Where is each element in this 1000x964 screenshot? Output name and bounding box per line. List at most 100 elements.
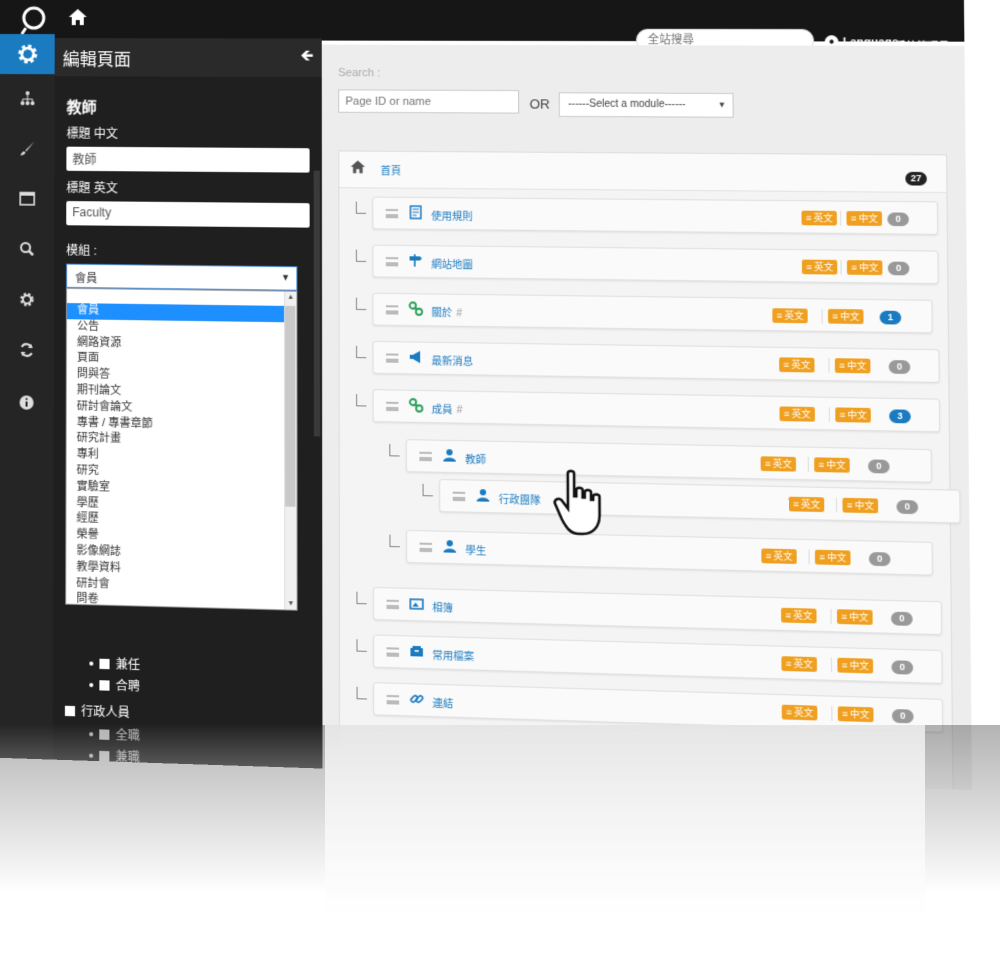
rail-info[interactable]	[0, 382, 54, 423]
checkbox[interactable]	[99, 679, 110, 691]
page-row-label[interactable]: 使用規則	[431, 207, 473, 223]
tree-item[interactable]: 兼任	[89, 654, 140, 673]
chinese-version-tag[interactable]: 中文	[837, 657, 874, 674]
drag-handle-icon[interactable]	[385, 305, 399, 315]
english-version-tag[interactable]: 英文	[788, 496, 825, 513]
chinese-version-tag[interactable]: 中文	[846, 211, 883, 226]
page-row[interactable]: 關於# 英文 中文 1	[372, 292, 933, 334]
tree-connector	[355, 297, 367, 311]
chinese-version-tag[interactable]: 中文	[827, 308, 864, 325]
root-page-row[interactable]: 首頁 27	[339, 151, 947, 194]
panel-scrollbar[interactable]	[313, 170, 321, 437]
drag-handle-icon[interactable]	[386, 647, 400, 657]
tree-connector	[422, 483, 433, 497]
drag-handle-icon[interactable]	[385, 208, 399, 219]
page-row[interactable]: 網站地圖 英文中文 0	[372, 244, 939, 285]
dropdown-scrollbar[interactable]: ▲ ▼	[284, 291, 297, 610]
page-search-input[interactable]	[338, 89, 520, 114]
page-row[interactable]: 使用規則 英文中文 0	[372, 196, 939, 235]
drag-handle-icon[interactable]	[386, 599, 399, 610]
tree-item-label: 行政人員	[81, 704, 130, 721]
page-row[interactable]: 行政團隊 英文中文 0	[439, 478, 961, 524]
rail-window[interactable]	[0, 178, 54, 219]
rail-search[interactable]	[0, 229, 54, 270]
tree-item[interactable]: 行政人員	[64, 702, 130, 721]
window-icon	[18, 191, 35, 205]
dropdown-scroll-thumb[interactable]	[285, 305, 296, 507]
hash-mark: #	[456, 308, 463, 320]
title-en-input[interactable]: Faculty	[66, 201, 310, 228]
checkbox[interactable]	[64, 705, 76, 716]
search-icon	[19, 241, 35, 257]
english-version-tag[interactable]: 英文	[772, 308, 809, 324]
chinese-version-tag[interactable]: 中文	[836, 609, 873, 625]
page-row-label[interactable]: 學生	[465, 542, 486, 558]
page-row-label[interactable]: 網站地圖	[431, 256, 473, 272]
drag-handle-icon[interactable]	[386, 401, 399, 412]
signpost-icon	[409, 253, 426, 270]
page-row-label[interactable]: 連結	[432, 694, 453, 710]
page-row-label[interactable]: 常用檔案	[432, 646, 474, 664]
app-logo-icon[interactable]	[18, 4, 50, 35]
page-row[interactable]: 最新消息 英文 中文 0	[372, 340, 940, 383]
tree-item[interactable]: 合聘	[89, 676, 140, 695]
link-icon	[409, 301, 426, 318]
page-name: 關於	[431, 307, 453, 320]
rail-sitemap[interactable]	[0, 78, 55, 118]
chinese-version-tag[interactable]: 中文	[846, 260, 883, 276]
drag-handle-icon[interactable]	[452, 491, 466, 502]
module-filter-value: ------Select a module------	[568, 98, 686, 111]
chinese-version-tag[interactable]: 中文	[814, 457, 851, 473]
tag-divider	[840, 259, 842, 275]
english-version-tag[interactable]: 英文	[781, 704, 818, 721]
english-version-tag[interactable]: 英文	[761, 548, 798, 565]
rail-design[interactable]	[0, 128, 54, 169]
checkbox[interactable]	[99, 658, 110, 669]
english-version-tag[interactable]: 英文	[781, 607, 817, 624]
icon-rail	[0, 33, 55, 764]
english-version-tag[interactable]: 英文	[781, 656, 818, 672]
english-version-tag[interactable]: 英文	[801, 259, 838, 275]
drag-handle-icon[interactable]	[386, 694, 400, 705]
page-row[interactable]: 學生 英文中文 0	[406, 529, 933, 576]
page-row[interactable]: 相簿 英文 中文 0	[372, 586, 943, 636]
english-version-tag[interactable]: 英文	[801, 210, 838, 226]
chinese-version-tag[interactable]: 中文	[835, 407, 872, 423]
rail-settings-gear[interactable]	[0, 33, 55, 75]
drag-handle-icon[interactable]	[385, 257, 399, 267]
module-dropdown-list[interactable]: 會員 公告 網路資源 頁面 問與答 期刊論文 研討會論文 專書 / 專書章節 研究計畫 專利 研究實…	[65, 287, 298, 611]
page-row[interactable]: 常用檔案 英文 中文 0	[373, 634, 943, 684]
page-row[interactable]: 成員# 英文 中文 3	[372, 389, 941, 433]
page-row-label[interactable]: 最新消息	[432, 352, 474, 368]
chinese-version-tag[interactable]: 中文	[837, 706, 874, 723]
chinese-version-tag[interactable]: 中文	[842, 497, 879, 514]
chinese-version-tag[interactable]: 中文	[834, 358, 871, 374]
page-row[interactable]: 教師 英文 中文 0	[405, 439, 932, 483]
scroll-up-icon[interactable]: ▲	[287, 294, 294, 301]
link-icon	[409, 398, 426, 415]
module-select[interactable]: 會員 ▼	[66, 263, 298, 291]
english-version-tag[interactable]: 英文	[779, 406, 816, 422]
page-row-label[interactable]: 行政團隊	[499, 491, 541, 507]
page-name: 使用規則	[431, 211, 473, 224]
drag-handle-icon[interactable]	[385, 353, 399, 363]
page-name: 學生	[465, 545, 487, 558]
page-row-label[interactable]: 教師	[465, 451, 486, 467]
page-row-label[interactable]: 成員 #	[432, 400, 463, 417]
module-filter-select[interactable]: ------Select a module------ ▼	[558, 92, 734, 118]
page-name: 教師	[465, 454, 487, 467]
english-version-tag[interactable]: 英文	[760, 456, 797, 472]
english-version-tag[interactable]: 英文	[779, 357, 815, 373]
home-icon[interactable]	[68, 8, 88, 31]
rail-sync[interactable]	[0, 329, 54, 370]
root-page-label[interactable]: 首頁	[380, 162, 401, 177]
drag-handle-icon[interactable]	[419, 542, 433, 553]
page-row-label[interactable]: 關於 #	[431, 304, 462, 320]
chinese-version-tag[interactable]: 中文	[814, 549, 851, 566]
back-arrow-icon[interactable]: 🡸	[300, 44, 313, 71]
page-row-label[interactable]: 相簿	[432, 599, 453, 615]
drag-handle-icon[interactable]	[419, 451, 432, 462]
rail-settings[interactable]	[0, 279, 54, 320]
scroll-down-icon[interactable]: ▼	[287, 600, 294, 607]
title-zh-input[interactable]: 教師	[66, 146, 310, 173]
